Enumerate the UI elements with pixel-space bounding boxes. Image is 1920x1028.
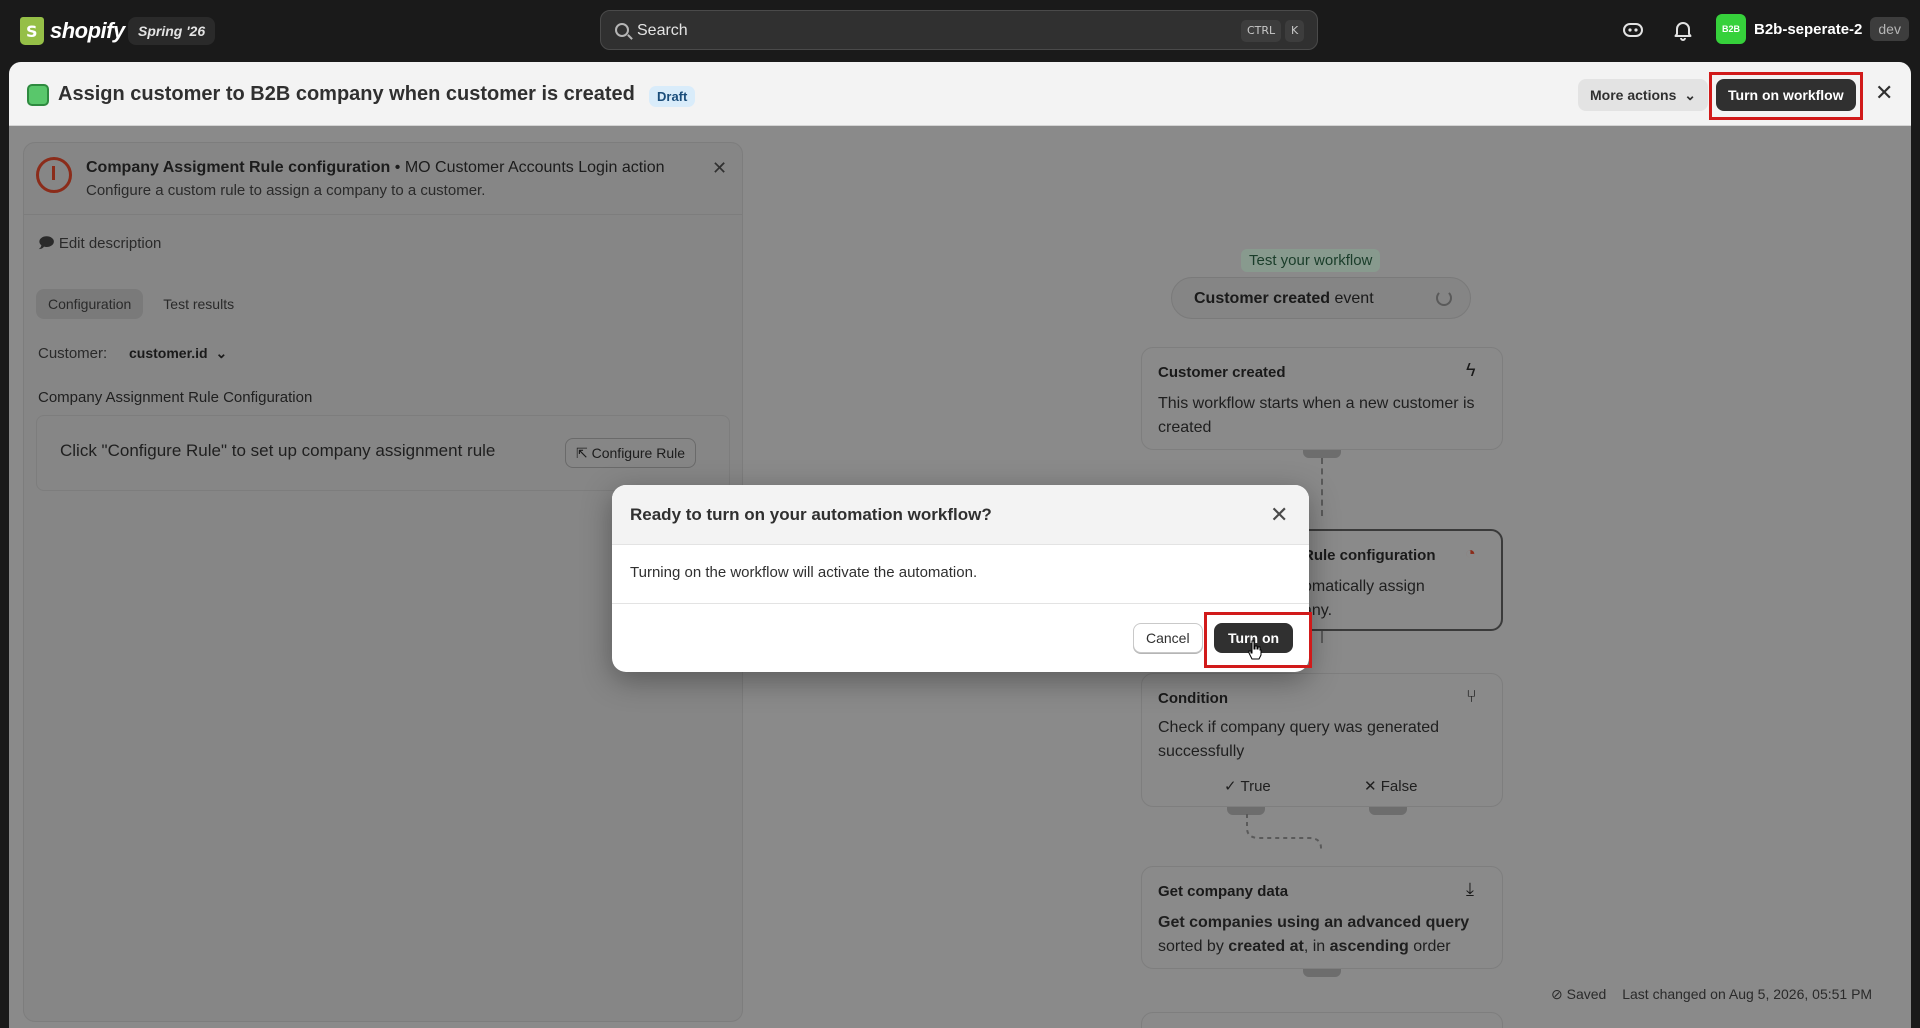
connector-line	[1321, 631, 1323, 643]
dialog-header: Ready to turn on your automation workflo…	[612, 485, 1309, 545]
chevron-down-icon: ⌄	[215, 345, 228, 361]
false-branch: ✕ False	[1364, 777, 1417, 795]
dialog-close-icon[interactable]: ✕	[1270, 502, 1288, 528]
lightning-icon: ϟ	[1466, 360, 1476, 380]
connector-stub	[1303, 969, 1341, 977]
top-bar: shopify Spring '26 Search CTRL K B2B B2b…	[0, 0, 1920, 62]
flow-app-icon	[27, 84, 49, 106]
trigger-card[interactable]: Customer created ϟ This workflow starts …	[1141, 347, 1503, 450]
tab-configuration[interactable]: Configuration	[36, 289, 144, 319]
rule-instructions: Click "Configure Rule" to set up company…	[60, 441, 496, 460]
panel-subtitle: Configure a custom rule to assign a comp…	[86, 182, 486, 199]
body-text: , in	[1303, 938, 1330, 955]
bell-icon[interactable]	[1671, 18, 1695, 42]
card-body: This workflow starts when a new customer…	[1158, 395, 1475, 436]
false-label: False	[1380, 778, 1418, 795]
condition-card[interactable]: Condition ⑂ Check if company query was g…	[1141, 673, 1503, 807]
store-avatar: B2B	[1716, 14, 1746, 44]
panel-app-name: MO Customer Accounts Login action	[404, 159, 665, 176]
panel-close-icon[interactable]: ✕	[712, 159, 727, 177]
body-text: sorted by	[1158, 938, 1229, 955]
chevron-down-icon: ⌄	[1684, 87, 1696, 103]
next-step-card[interactable]	[1141, 1012, 1503, 1028]
configure-rule-label: Configure Rule	[591, 445, 686, 461]
hand-cursor-icon	[1248, 640, 1262, 660]
highlight-box	[1709, 72, 1863, 120]
true-label: True	[1240, 778, 1271, 795]
edition-badge[interactable]: Spring '26	[128, 17, 216, 45]
card-title: Customer created	[1158, 364, 1286, 381]
test-event-selector[interactable]: Customer created event	[1171, 277, 1471, 319]
loading-spinner-icon	[1436, 290, 1452, 306]
card-body-line-1: omatically assign	[1303, 578, 1425, 595]
body-bold: ascending	[1329, 938, 1409, 955]
panel-header: Company Assigment Rule configuration • M…	[24, 143, 742, 215]
check-icon: ✓	[1224, 778, 1241, 795]
more-actions-label: More actions	[1590, 87, 1677, 103]
rule-config-box: Click "Configure Rule" to set up company…	[36, 415, 730, 491]
close-icon[interactable]: ✕	[1875, 82, 1893, 104]
branch-connector	[1246, 814, 1322, 852]
store-name: B2b-seperate-2	[1754, 20, 1863, 38]
event-name: Customer created	[1194, 290, 1331, 307]
tab-test-results[interactable]: Test results	[151, 289, 246, 319]
shopify-bag-icon	[20, 17, 44, 45]
branch-icon: ⑂	[1466, 686, 1477, 706]
last-changed: Last changed on Aug 5, 2026, 05:51 PM	[1622, 986, 1873, 1002]
connector-stub	[1303, 450, 1341, 458]
test-workflow-label[interactable]: Test your workflow	[1241, 249, 1381, 272]
configure-rule-button[interactable]: ⇱ Configure Rule	[565, 438, 697, 468]
panel-title-line: Company Assigment Rule configuration • M…	[86, 159, 665, 177]
customer-value: customer.id	[129, 345, 208, 361]
shortcut-ctrl: CTRL	[1241, 20, 1282, 42]
app-logo-icon: ◔	[1465, 543, 1476, 563]
panel-title: Company Assigment Rule configuration	[86, 159, 391, 176]
card-body: Get companies using an advanced query so…	[1158, 911, 1498, 959]
body-bold: Get companies using an advanced query	[1158, 914, 1470, 931]
download-icon: ⤓	[1466, 879, 1474, 899]
card-body: Check if company query was generated suc…	[1158, 719, 1440, 760]
panel-tabs: Configuration Test results	[36, 289, 246, 319]
shopify-logo[interactable]: shopify	[20, 14, 125, 48]
external-link-icon: ⇱	[576, 445, 588, 461]
event-label: Customer created event	[1194, 290, 1374, 308]
sidekick-icon[interactable]	[1621, 18, 1645, 42]
connector-line	[1321, 458, 1323, 516]
false-stub	[1369, 807, 1407, 815]
search-placeholder: Search	[637, 22, 688, 39]
dialog-body: Turning on the workflow will activate th…	[630, 564, 978, 581]
dialog-title: Ready to turn on your automation workflo…	[630, 505, 992, 524]
title-separator: •	[394, 159, 405, 176]
card-title: Rule configuration	[1303, 547, 1436, 564]
check-circle-icon: ⊘	[1551, 986, 1567, 1002]
search-icon	[615, 23, 629, 37]
workflow-title[interactable]: Assign customer to B2B company when cust…	[58, 83, 635, 106]
event-suffix: event	[1330, 290, 1374, 307]
app-logo-icon	[36, 157, 72, 193]
logo-text: shopify	[50, 18, 125, 43]
body-bold: created at	[1228, 938, 1304, 955]
get-data-card[interactable]: Get company data ⤓ Get companies using a…	[1141, 866, 1503, 969]
saved-label: Saved	[1566, 986, 1607, 1002]
x-icon: ✕	[1364, 778, 1381, 795]
customer-label: Customer:	[38, 345, 108, 362]
body-text: order	[1408, 938, 1451, 955]
cancel-button[interactable]: Cancel	[1133, 623, 1203, 653]
save-status: ⊘ Saved Last changed on Aug 5, 2026, 05:…	[1551, 986, 1872, 1003]
comment-icon: 🗩	[38, 235, 55, 252]
status-badge: Draft	[649, 86, 696, 107]
edit-description-link[interactable]: 🗩 Edit description	[38, 233, 161, 258]
store-switcher[interactable]: B2B B2b-seperate-2 dev	[1716, 14, 1909, 44]
workflow-header: Assign customer to B2B company when cust…	[9, 62, 1911, 126]
customer-selector[interactable]: customer.id ⌄	[129, 345, 227, 362]
rule-section-label: Company Assignment Rule Configuration	[38, 389, 313, 406]
store-env-badge: dev	[1870, 17, 1909, 41]
more-actions-button[interactable]: More actions ⌄	[1578, 79, 1708, 111]
card-title: Get company data	[1158, 883, 1289, 900]
search-bar[interactable]: Search CTRL K	[600, 10, 1318, 50]
true-branch: ✓ True	[1224, 777, 1271, 795]
card-title: Condition	[1158, 690, 1228, 707]
shortcut-k: K	[1285, 20, 1305, 42]
edit-description-label: Edit description	[58, 235, 162, 252]
